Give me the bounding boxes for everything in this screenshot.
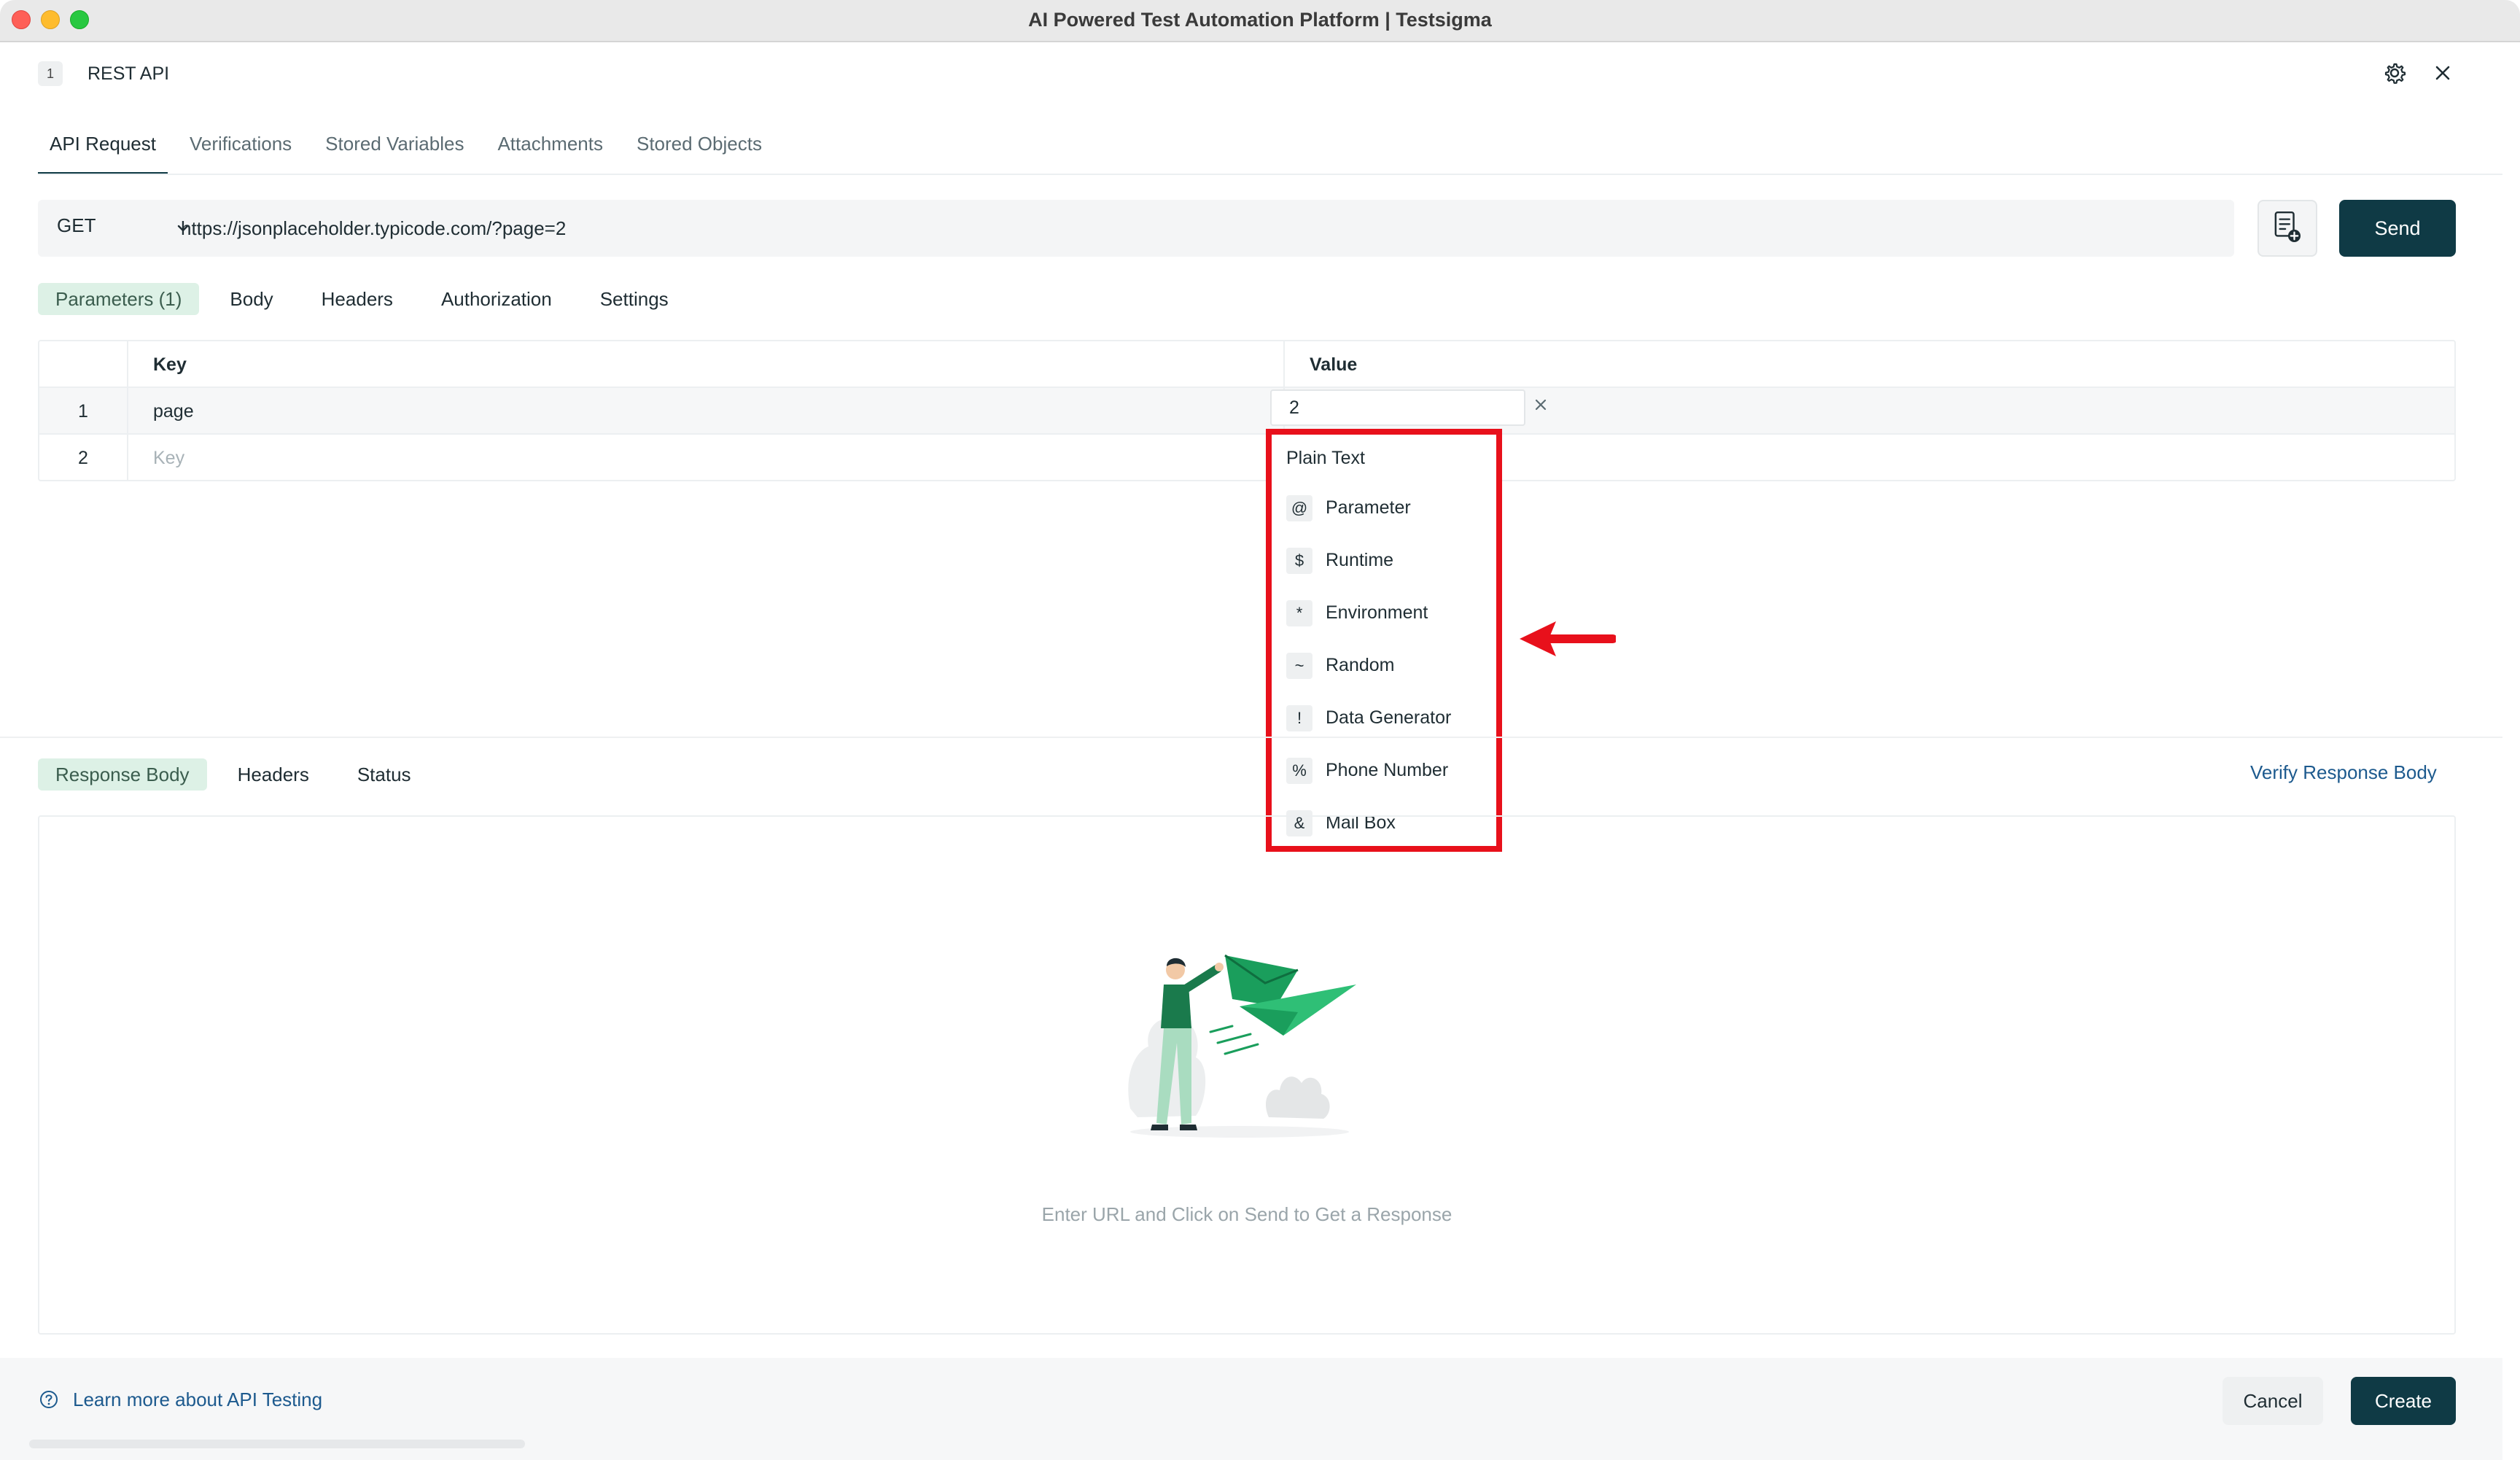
asterisk-symbol-icon: * (1286, 600, 1312, 626)
menu-item-label: Parameter (1326, 497, 1411, 518)
verify-response-body-link[interactable]: Verify Response Body (2250, 761, 2437, 784)
tab-response-headers[interactable]: Headers (220, 758, 327, 791)
import-request-button[interactable] (2258, 200, 2317, 257)
table-row: 2 Key (39, 435, 2454, 481)
question-circle-icon[interactable] (38, 1389, 60, 1410)
value-column-header: Value (1310, 354, 1358, 375)
clear-value-icon[interactable] (1530, 394, 1552, 416)
horizontal-scrollbar[interactable] (29, 1440, 525, 1448)
row-index: 1 (39, 388, 128, 435)
url-input[interactable] (181, 210, 2208, 246)
menu-item-phone-number[interactable]: % Phone Number (1286, 756, 1448, 785)
tab-response-status[interactable]: Status (340, 758, 429, 791)
row-index: 2 (39, 435, 128, 481)
menu-item-label: Environment (1326, 602, 1428, 623)
tab-parameters[interactable]: Parameters (1) (38, 283, 200, 315)
at-symbol-icon: @ (1286, 495, 1312, 521)
exclamation-symbol-icon: ! (1286, 705, 1312, 731)
close-icon[interactable] (2428, 58, 2457, 88)
document-add-icon (2274, 211, 2301, 242)
parameters-table: Key Value 1 page 2 Key (38, 340, 2456, 481)
index-header (39, 341, 128, 388)
empty-response-message: Enter URL and Click on Send to Get a Res… (1041, 1203, 1452, 1225)
main-tabs: API Request Verifications Stored Variabl… (38, 124, 784, 175)
tab-settings[interactable]: Settings (583, 283, 686, 315)
table-row: 1 page (39, 388, 2454, 435)
step-number-badge: 1 (38, 61, 63, 86)
menu-item-data-generator[interactable]: ! Data Generator (1286, 703, 1451, 732)
key-column-header: Key (128, 341, 1285, 388)
menu-item-label: Data Generator (1326, 707, 1452, 728)
response-tabs: Response Body Headers Status (38, 758, 442, 791)
gear-icon[interactable] (2380, 58, 2409, 88)
menu-item-environment[interactable]: * Environment (1286, 598, 1428, 627)
menu-item-label: Random (1326, 655, 1395, 675)
tilde-symbol-icon: ~ (1286, 653, 1312, 679)
window-title: AI Powered Test Automation Platform | Te… (1028, 9, 1492, 31)
tab-authorization[interactable]: Authorization (424, 283, 569, 315)
annotation-arrow-icon (1520, 621, 1616, 656)
menu-item-random[interactable]: ~ Random (1286, 651, 1395, 680)
param-key-cell[interactable]: page (128, 388, 1285, 435)
request-sub-tabs: Parameters (1) Body Headers Authorizatio… (38, 283, 699, 315)
http-method-select[interactable]: GET (57, 214, 96, 237)
menu-item-plain-text[interactable]: Plain Text (1286, 443, 1365, 473)
menu-item-parameter[interactable]: @ Parameter (1286, 493, 1411, 522)
empty-state-illustration-icon (1128, 954, 1356, 1138)
tab-api-request[interactable]: API Request (38, 124, 168, 175)
tab-body[interactable]: Body (212, 283, 290, 315)
request-url-bar: GET (38, 200, 2234, 257)
menu-item-label: Plain Text (1286, 448, 1365, 468)
param-value-input[interactable]: 2 (1270, 389, 1525, 426)
tab-verifications[interactable]: Verifications (178, 124, 303, 175)
menu-item-label: Runtime (1326, 550, 1394, 570)
param-key-input[interactable]: Key (128, 435, 1285, 481)
tab-headers[interactable]: Headers (304, 283, 411, 315)
value-type-dropdown: Plain Text @ Parameter $ Runtime * Environm… (1266, 429, 1502, 852)
section-divider (0, 737, 2502, 738)
tab-stored-variables[interactable]: Stored Variables (314, 124, 475, 175)
tab-attachments[interactable]: Attachments (486, 124, 615, 175)
tab-stored-objects[interactable]: Stored Objects (625, 124, 774, 175)
tabs-divider (38, 174, 2502, 175)
cancel-button[interactable]: Cancel (2222, 1377, 2323, 1425)
learn-more-link[interactable]: Learn more about API Testing (73, 1389, 322, 1411)
send-button[interactable]: Send (2339, 200, 2456, 257)
tab-response-body[interactable]: Response Body (38, 758, 207, 791)
menu-item-runtime[interactable]: $ Runtime (1286, 545, 1393, 575)
table-header-row: Key Value (39, 341, 2454, 388)
dialog-title: REST API (88, 63, 170, 84)
create-button[interactable]: Create (2351, 1377, 2456, 1425)
dollar-symbol-icon: $ (1286, 548, 1312, 574)
percent-symbol-icon: % (1286, 758, 1312, 784)
window-titlebar: AI Powered Test Automation Platform | Te… (0, 0, 2520, 42)
menu-item-label: Phone Number (1326, 760, 1449, 780)
